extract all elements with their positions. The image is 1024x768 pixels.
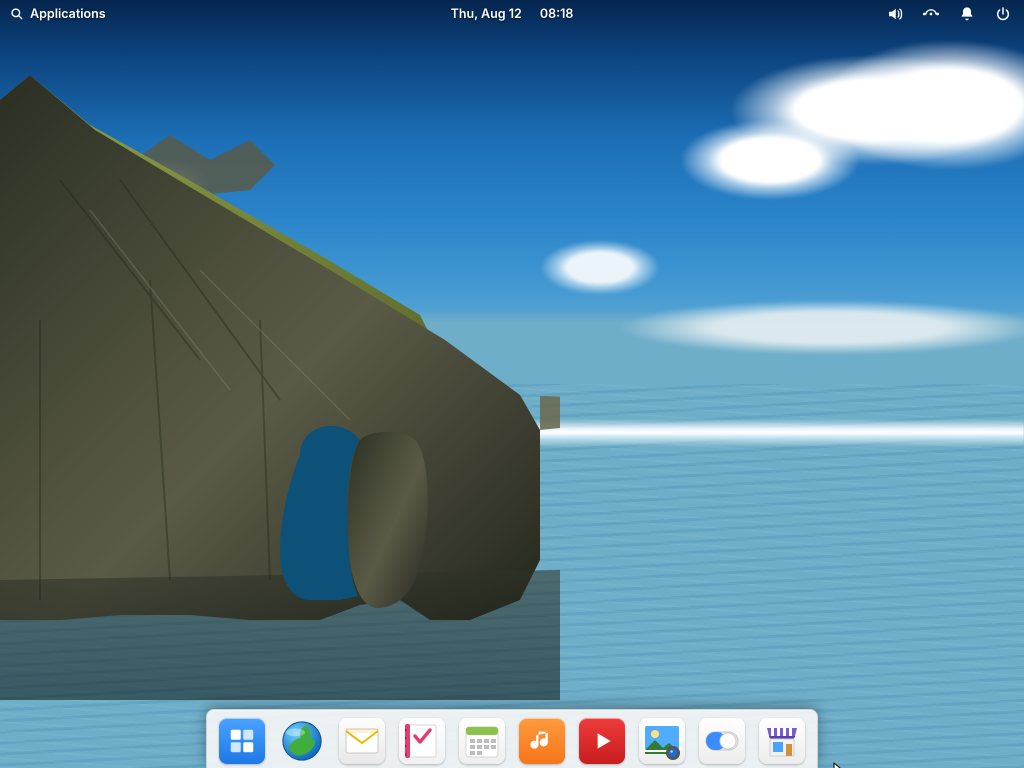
dock-item-settings[interactable]: [699, 718, 745, 764]
dock-item-appcenter[interactable]: [759, 718, 805, 764]
top-panel: Applications Thu, Aug 12 08:18: [0, 0, 1024, 28]
calendar-icon: [464, 723, 500, 759]
applications-label: Applications: [30, 7, 106, 22]
dock-item-multitasking[interactable]: [219, 718, 265, 764]
panel-date[interactable]: Thu, Aug 12: [451, 7, 522, 22]
wallpaper-surf: [520, 419, 1024, 447]
music-icon: [528, 727, 556, 755]
multitasking-icon: [227, 726, 257, 756]
dock-item-music[interactable]: [519, 718, 565, 764]
dock-item-tasks[interactable]: [399, 718, 445, 764]
sound-indicator[interactable]: [884, 3, 906, 25]
mail-icon: [345, 728, 379, 754]
sound-icon: [886, 5, 904, 23]
notifications-icon: [959, 6, 975, 22]
dock-item-mail[interactable]: [339, 718, 385, 764]
tasks-icon: [405, 722, 439, 760]
dock: [206, 709, 818, 768]
keyboard-layout-icon: [921, 7, 941, 21]
web-icon: [279, 718, 325, 764]
dock-item-videos[interactable]: [579, 718, 625, 764]
appcenter-icon: [763, 722, 801, 760]
dock-item-calendar[interactable]: [459, 718, 505, 764]
search-icon: [10, 7, 24, 21]
wallpaper-cliff: [0, 60, 560, 700]
dock-item-web[interactable]: [279, 718, 325, 764]
dock-item-photos[interactable]: [639, 718, 685, 764]
notifications-indicator[interactable]: [956, 3, 978, 25]
keyboard-indicator[interactable]: [920, 3, 942, 25]
photos-icon: [641, 720, 683, 762]
panel-time[interactable]: 08:18: [540, 7, 574, 22]
desktop-wallpaper[interactable]: [0, 0, 1024, 768]
settings-icon: [705, 729, 739, 753]
session-indicator[interactable]: [992, 3, 1014, 25]
power-icon: [995, 6, 1011, 22]
mouse-cursor: [833, 762, 847, 768]
applications-menu[interactable]: Applications: [10, 7, 106, 22]
videos-icon: [589, 728, 615, 754]
